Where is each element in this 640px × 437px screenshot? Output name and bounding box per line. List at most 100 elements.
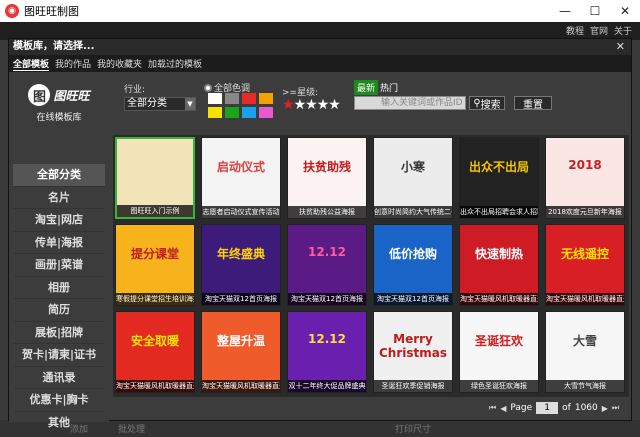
app-icon: ◉ (5, 4, 19, 18)
template-card[interactable]: 整屋升温淘宝天猫暖风机取暖器直通车 (201, 311, 281, 393)
sidebar-item[interactable]: 相册 (13, 277, 105, 299)
sidebar-item[interactable]: 画册|菜谱 (13, 254, 105, 277)
template-card[interactable]: Merry Christmas 圣诞狂欢季促销海报 (373, 311, 453, 393)
template-card[interactable]: 低价抢购 淘宝天猫双12首页海报 (373, 224, 453, 306)
search-button[interactable]: ⚲ 搜索 (469, 96, 505, 111)
industry-select[interactable]: 全部分类 ▼ (124, 97, 196, 111)
template-card[interactable]: 2018 2018欢度元旦新年海报 (545, 137, 625, 219)
minimize-button[interactable]: — (550, 0, 580, 22)
template-card[interactable]: 图旺旺入门示例 (115, 137, 195, 219)
print-size-label[interactable]: 打印尺寸 (395, 422, 431, 435)
template-title: 整屋升温 (216, 334, 265, 348)
template-title: 大雪 (572, 334, 597, 348)
star-icon[interactable]: ★ (305, 97, 318, 113)
color-swatch[interactable] (208, 93, 222, 104)
title-bar: ◉ 图旺旺制图 — ☐ ✕ (0, 0, 640, 22)
sidebar-item[interactable]: 名片 (13, 187, 105, 209)
template-card[interactable]: 圣诞狂欢绿色圣诞狂欢海报 (459, 311, 539, 393)
tab-my-works[interactable]: 我的作品 (55, 57, 91, 70)
template-card[interactable]: 小寒创意时尚简约大气传统二十四节气小寒 (373, 137, 453, 219)
template-title: 年终盛典 (216, 247, 265, 261)
sidebar-item[interactable]: 贺卡|请柬|证书 (13, 344, 105, 367)
sidebar-item[interactable]: 通讯录 (13, 367, 105, 389)
color-swatch[interactable] (208, 107, 222, 118)
sidebar-item[interactable]: 淘宝|网店 (13, 209, 105, 232)
template-card[interactable]: 无线遥控淘宝天猫暖风机取暖器直通车 (545, 224, 625, 306)
close-window-button[interactable]: ✕ (610, 0, 640, 22)
tab-all-templates[interactable]: 全部模板 (13, 57, 50, 71)
star-icon[interactable]: ★ (317, 97, 330, 113)
template-card[interactable]: 大雪 大雪节气海报 (545, 311, 625, 393)
tutorial-link[interactable]: 教程 (566, 24, 584, 37)
brand-logo: 图 图旺旺 在线模板库 (23, 84, 95, 124)
sidebar-item[interactable]: 展板|招牌 (13, 322, 105, 344)
page-number-input[interactable]: 1 (536, 402, 559, 414)
color-swatch[interactable] (242, 107, 256, 118)
color-swatch[interactable] (242, 93, 256, 104)
search-input[interactable]: 输入关键词或作品ID (354, 96, 466, 110)
template-library-dialog: 模板库，请选择... ✕ 全部模板 我的作品 我的收藏夹 加载过的模板 图 图旺… (8, 38, 632, 434)
sidebar: 图 图旺旺 在线模板库 全部分类 名片 淘宝|网店 传单|海报 画册|菜谱 相册 简历 展板|… (9, 72, 109, 434)
color-swatch[interactable] (259, 93, 273, 104)
sort-newest-button[interactable]: 最新 (354, 80, 379, 95)
sidebar-item[interactable]: 简历 (13, 299, 105, 322)
template-title: 12.12 (308, 245, 346, 259)
template-title: 小寒 (400, 160, 425, 174)
maximize-button[interactable]: ☐ (580, 0, 610, 22)
template-caption: 绿色圣诞狂欢海报 (460, 380, 538, 392)
sidebar-item[interactable]: 传单|海报 (13, 232, 105, 254)
template-card[interactable]: 扶贫助残 扶贫助残公益海报 (287, 137, 367, 219)
color-swatches (208, 93, 280, 118)
template-caption: 寒假提分课堂招生培训海报 (116, 293, 194, 305)
template-card[interactable]: 12.12 双十二年终大促品牌盛典 (287, 311, 367, 393)
color-swatch[interactable] (225, 107, 239, 118)
template-caption: 淘宝天猫暖风机取暖器直通车 (202, 380, 280, 392)
last-page-icon[interactable]: ⏭ (612, 403, 619, 413)
page-total: 1060 (574, 403, 598, 413)
window-title: 图旺旺制图 (24, 5, 79, 18)
template-caption: 创意时尚简约大气传统二十四节气小寒 (374, 206, 452, 218)
template-title: 提分课堂 (130, 247, 179, 261)
star-rating[interactable]: ★★★★★ (282, 97, 341, 113)
tab-loaded-templates[interactable]: 加载过的模板 (148, 57, 202, 70)
star-icon[interactable]: ★ (282, 97, 295, 113)
template-card[interactable]: 出众不出局 出众不出局招聘会求人招聘 (459, 137, 539, 219)
template-card[interactable]: 年终盛典 淘宝天猫双12首页海报 (201, 224, 281, 306)
pagination: ⏮ ◀ Page 1 of 1060 ▶ ⏭ (489, 401, 619, 415)
sidebar-item[interactable]: 全部分类 (13, 164, 105, 187)
first-page-icon[interactable]: ⏮ (489, 403, 496, 413)
template-title: 圣诞狂欢 (474, 334, 523, 348)
template-caption: 淘宝天猫双12首页海报 (288, 293, 366, 305)
next-page-icon[interactable]: ▶ (602, 404, 608, 413)
template-card[interactable]: 12.12 淘宝天猫双12首页海报 (287, 224, 367, 306)
template-card[interactable]: 启动仪式 志愿者启动仪式宣传活动 (201, 137, 281, 219)
reset-button[interactable]: 重置 (514, 96, 552, 111)
tab-favorites[interactable]: 我的收藏夹 (97, 57, 142, 70)
search-icon: ⚲ (473, 97, 481, 109)
dialog-close-icon[interactable]: ✕ (616, 40, 625, 53)
logo-mark-icon: 图 (28, 84, 51, 106)
sidebar-item[interactable]: 其他 (13, 412, 105, 434)
industry-select-value: 全部分类 (127, 98, 167, 109)
sidebar-item[interactable]: 优惠卡|胸卡 (13, 389, 105, 412)
template-card[interactable]: 提分课堂寒假提分课堂招生培训海报 (115, 224, 195, 306)
template-caption: 淘宝天猫暖风机取暖器直通车 (116, 380, 194, 392)
about-link[interactable]: 关于 (614, 24, 632, 37)
color-swatch[interactable] (225, 93, 239, 104)
prev-page-icon[interactable]: ◀ (500, 404, 506, 413)
app-window: ◉ 图旺旺制图 — ☐ ✕ 教程 官网 关于 添加 批处理 打印尺寸 模板库，请… (0, 0, 640, 437)
color-swatch[interactable] (259, 107, 273, 118)
template-card[interactable]: 快速制热淘宝天猫暖风机取暖器直通车 (459, 224, 539, 306)
star-icon[interactable]: ★ (294, 97, 307, 113)
star-icon[interactable]: ★ (328, 97, 341, 113)
template-title: 启动仪式 (216, 160, 265, 174)
template-title: 安全取暖 (130, 334, 179, 348)
template-card[interactable]: 安全取暖淘宝天猫暖风机取暖器直通车 (115, 311, 195, 393)
page-label: Page (510, 403, 533, 413)
radio-dot-icon (204, 83, 212, 92)
sort-hot-button[interactable]: 热门 (380, 81, 398, 94)
page-of-label: of (562, 403, 571, 413)
batch-label[interactable]: 批处理 (118, 422, 145, 435)
background-links: 教程 官网 关于 (566, 24, 632, 37)
website-link[interactable]: 官网 (590, 24, 608, 37)
